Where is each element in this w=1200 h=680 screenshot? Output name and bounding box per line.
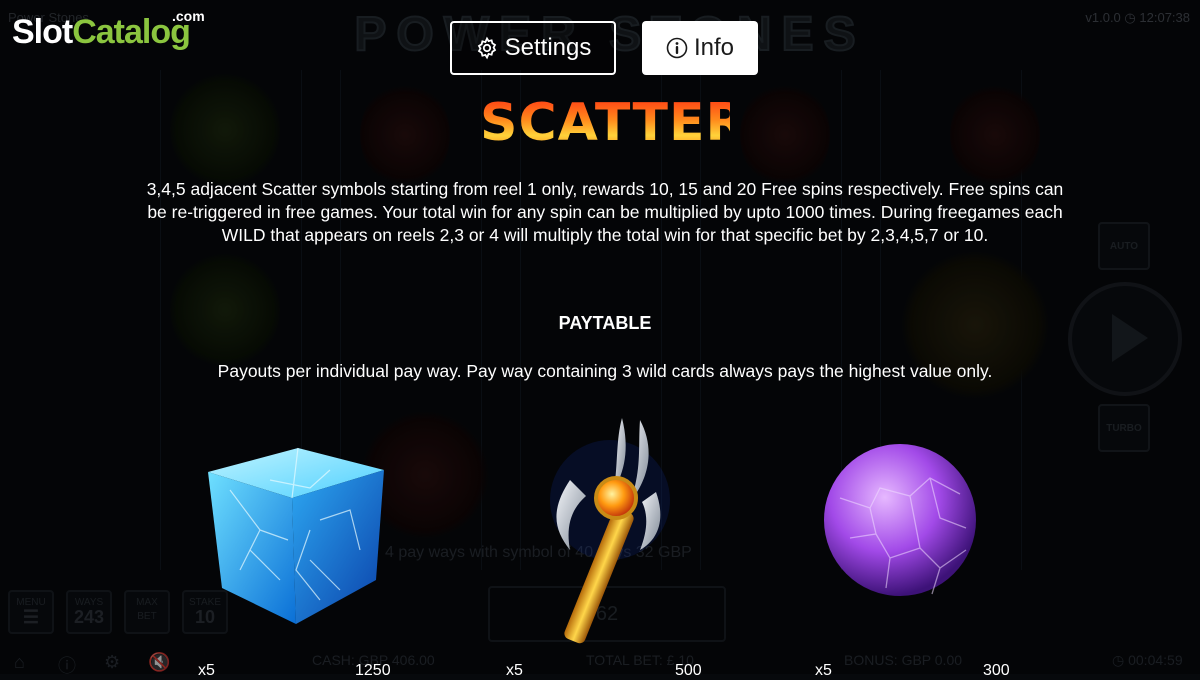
pay-value-3: 300 (983, 662, 1010, 679)
pay-multiplier-1: x5 (198, 662, 215, 679)
pay-value-1: 1250 (355, 662, 391, 679)
tab-settings-label: Settings (504, 34, 592, 61)
pay-multiplier-3: x5 (815, 662, 832, 679)
tab-settings[interactable]: Settings (450, 21, 616, 75)
logo-slot-text: Slot (12, 13, 73, 51)
golden-staff-icon (550, 418, 670, 644)
info-icon (666, 37, 688, 59)
pay-value-2: 500 (675, 662, 702, 679)
gear-icon (477, 36, 496, 60)
pay-multiplier-2: x5 (506, 662, 523, 679)
paytable-heading: PAYTABLE (558, 313, 652, 333)
scatter-title: SCATTER (480, 93, 730, 153)
payouts-note: Payouts per individual pay way. Pay way … (217, 361, 993, 381)
purple-orb-icon (824, 444, 976, 596)
tab-info-label: Info (693, 34, 735, 61)
ice-cube-icon (208, 447, 384, 624)
scatter-description: 3,4,5 adjacent Scatter symbols starting … (146, 179, 1064, 245)
tab-info[interactable]: Info (642, 21, 758, 75)
slotcatalog-logo: SlotCatalog .com (12, 8, 205, 54)
logo-com-text: .com (172, 8, 205, 24)
